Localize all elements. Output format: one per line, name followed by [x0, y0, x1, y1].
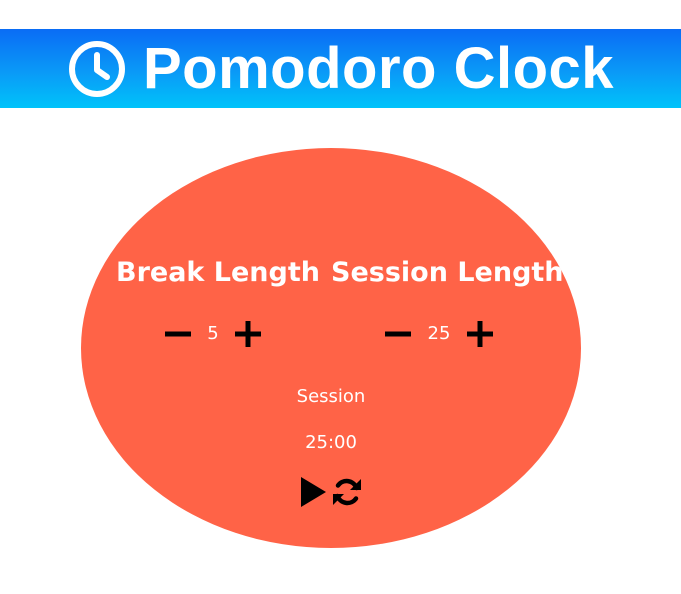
session-length-label: Session Length: [331, 257, 564, 288]
break-length-label: Break Length: [116, 257, 320, 288]
plus-icon: [467, 321, 493, 347]
minus-icon: [165, 331, 191, 337]
break-increment-button[interactable]: [233, 319, 263, 349]
session-length-control: 25: [383, 319, 495, 349]
pomodoro-app: Pomodoro Clock Break Length Session Leng…: [0, 0, 681, 594]
timer-controls: [296, 474, 364, 510]
break-length-control: 5: [163, 319, 263, 349]
break-decrement-button[interactable]: [163, 319, 193, 349]
time-left-display: 25:00: [305, 432, 357, 453]
start-stop-button[interactable]: [296, 474, 330, 510]
minus-icon: [385, 331, 411, 337]
session-length-value: 25: [427, 323, 451, 344]
clock-icon: [67, 39, 127, 99]
timer-label: Session: [296, 386, 366, 407]
page-title: Pomodoro Clock: [142, 35, 615, 101]
break-length-value: 5: [207, 323, 219, 344]
reset-button[interactable]: [330, 474, 364, 510]
refresh-icon: [333, 478, 361, 506]
app-header: Pomodoro Clock: [0, 29, 681, 108]
session-increment-button[interactable]: [465, 319, 495, 349]
session-decrement-button[interactable]: [383, 319, 413, 349]
plus-icon: [235, 321, 261, 347]
play-icon: [301, 477, 326, 507]
